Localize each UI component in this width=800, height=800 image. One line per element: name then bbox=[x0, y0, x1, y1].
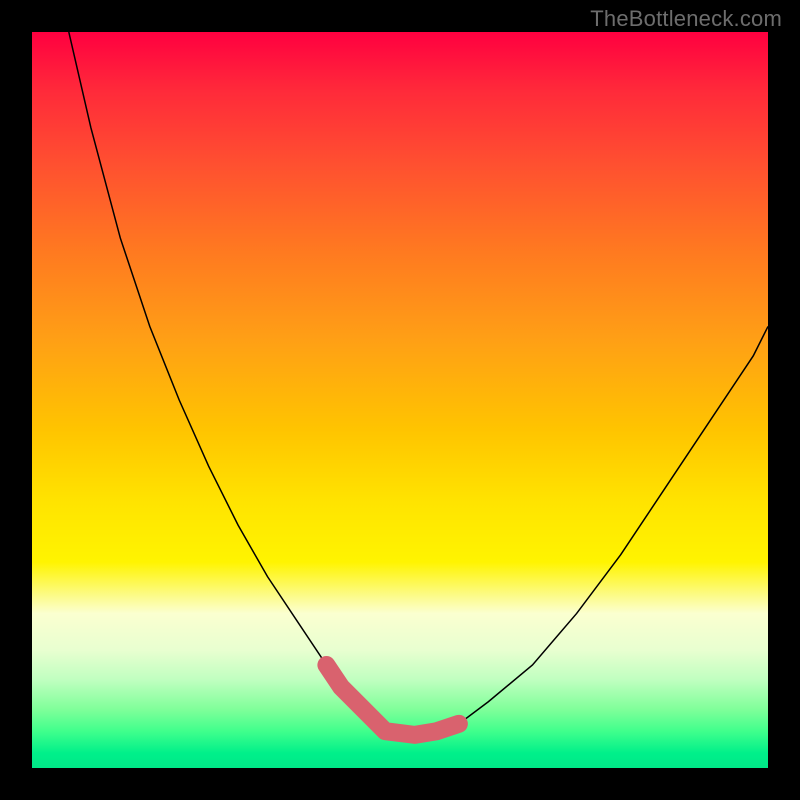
chart-frame: TheBottleneck.com bbox=[0, 0, 800, 800]
main-curve bbox=[69, 32, 768, 735]
plot-svg bbox=[32, 32, 768, 768]
highlight-segment bbox=[326, 665, 458, 735]
plot-area bbox=[32, 32, 768, 768]
watermark-text: TheBottleneck.com bbox=[590, 6, 782, 32]
